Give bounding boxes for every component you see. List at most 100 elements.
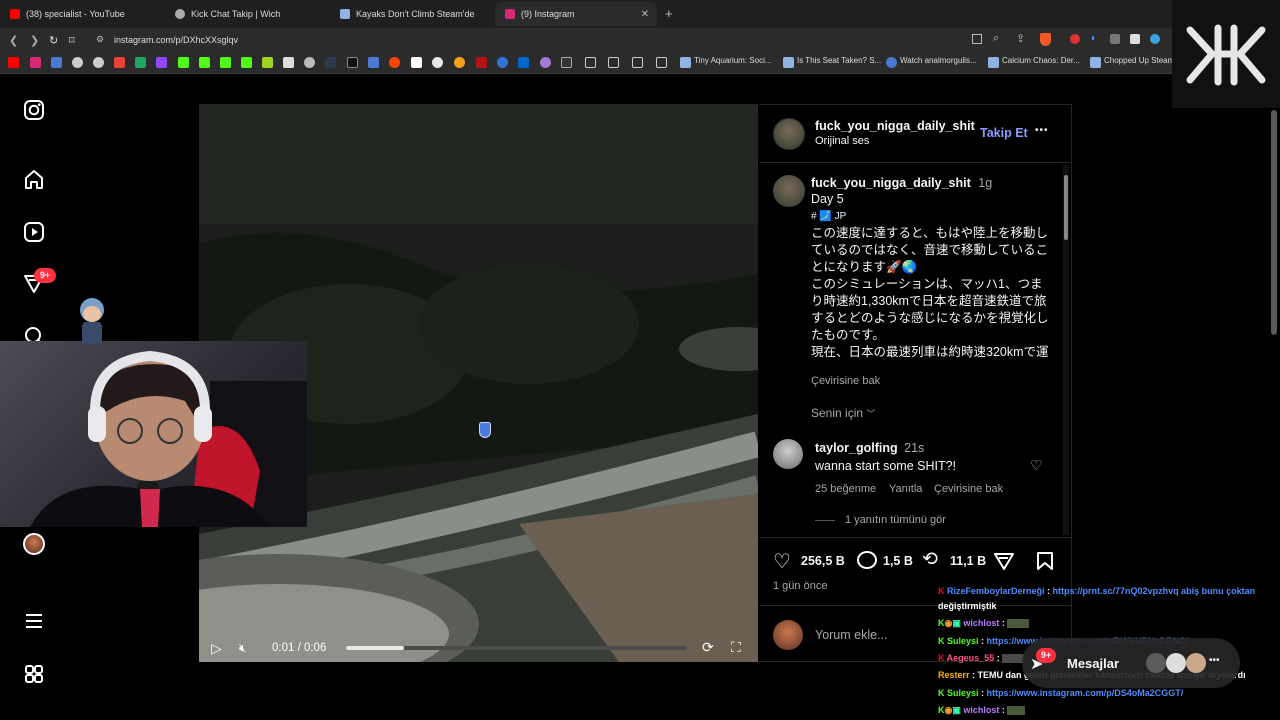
steam-icon[interactable] <box>783 57 794 68</box>
steam-icon[interactable] <box>1090 57 1101 68</box>
panel-scrollbar[interactable] <box>1063 165 1069 535</box>
post-author[interactable]: fuck_you_nigga_daily_shit <box>815 119 975 133</box>
bookmark-link[interactable]: Calcium Chaos: Der... <box>1002 56 1080 65</box>
extension-icon[interactable] <box>1110 34 1120 44</box>
share-icon[interactable]: ⇪ <box>1016 32 1025 45</box>
more-options-icon[interactable]: ••• <box>1035 125 1049 136</box>
bookmark-icon[interactable] <box>476 57 487 68</box>
drive-icon[interactable] <box>135 57 146 68</box>
fullscreen-icon[interactable]: ⛶ <box>731 639 741 656</box>
play-icon[interactable]: ▷ <box>211 640 222 657</box>
menu-icon[interactable] <box>22 609 46 633</box>
bookmark-icon[interactable] <box>518 57 529 68</box>
extension-icon[interactable] <box>1130 34 1140 44</box>
bookmark-icon[interactable] <box>454 57 465 68</box>
kick-icon[interactable] <box>241 57 252 68</box>
bookmark-icon[interactable] <box>540 57 551 68</box>
add-comment-input[interactable]: Yorum ekle... <box>815 628 888 642</box>
url-field[interactable]: ⚙ instagram.com/p/DXhcXXsglqv <box>88 30 968 50</box>
audio-label[interactable]: Orijinal ses <box>815 135 869 147</box>
bookmark-icon[interactable] <box>411 57 422 68</box>
kick-icon[interactable] <box>178 57 189 68</box>
comment-icon[interactable] <box>857 551 877 569</box>
author-avatar[interactable] <box>773 118 805 150</box>
like-icon[interactable]: ♡ <box>773 549 791 574</box>
extension-icon[interactable] <box>1070 34 1080 44</box>
folder-icon[interactable] <box>608 57 619 68</box>
profile-avatar[interactable] <box>23 533 45 555</box>
tab-kick-chat[interactable]: Kick Chat Takip | Wich <box>165 2 327 26</box>
heart-icon[interactable]: ♡ <box>1030 457 1043 474</box>
x-icon[interactable] <box>347 57 358 68</box>
comment-reply-link[interactable]: Yanıtla <box>889 483 922 495</box>
caption-author-avatar[interactable] <box>773 175 805 207</box>
reload-icon[interactable]: ↻ <box>49 34 58 47</box>
comments-count[interactable]: 1,5 B <box>883 554 913 568</box>
twitch-icon[interactable] <box>156 57 167 68</box>
reels-icon[interactable] <box>22 220 46 244</box>
anchor-icon[interactable] <box>283 57 294 68</box>
mute-icon[interactable]: 🔇︎ <box>239 641 247 656</box>
instagram-icon[interactable] <box>30 57 41 68</box>
folder-icon[interactable] <box>585 57 596 68</box>
extension-icon[interactable]: ◗ <box>1090 33 1096 44</box>
folder-icon[interactable] <box>632 57 643 68</box>
reddit-icon[interactable] <box>389 57 400 68</box>
gmail-icon[interactable] <box>114 57 125 68</box>
bookmark-icon[interactable] <box>561 57 572 68</box>
kick-icon[interactable] <box>199 57 210 68</box>
globe-icon[interactable] <box>304 57 315 68</box>
grid-icon[interactable] <box>22 662 46 686</box>
tab-youtube[interactable]: (38) specialist - YouTube <box>0 2 162 26</box>
steam-icon[interactable] <box>325 57 336 68</box>
youtube-icon[interactable] <box>8 57 19 68</box>
cast-icon[interactable] <box>972 34 982 44</box>
bookmark-link[interactable]: Tiny Aquarium: Soci... <box>694 56 772 65</box>
commenter-avatar[interactable] <box>773 439 803 469</box>
site-settings-icon[interactable]: ⚙ <box>96 34 104 45</box>
likes-count[interactable]: 256,5 B <box>801 554 845 568</box>
video-progress-track[interactable] <box>346 646 686 650</box>
kick-icon[interactable] <box>220 57 231 68</box>
home-icon[interactable] <box>22 167 46 191</box>
page-scrollbar[interactable] <box>1271 110 1277 335</box>
instagram-logo-icon[interactable] <box>22 98 46 122</box>
for-you-toggle[interactable]: Senin için ﹀ <box>811 406 875 420</box>
bookmark-link[interactable]: Is This Seat Taken? S... <box>797 56 881 65</box>
comment-translate-link[interactable]: Çevirisine bak <box>934 483 1003 495</box>
bookmark-icon[interactable] <box>497 57 508 68</box>
messages-bar[interactable]: ➤ 9+ Mesajlar ••• <box>1022 638 1240 688</box>
repost-icon[interactable]: ⟲ <box>922 548 938 571</box>
forward-icon[interactable]: ❯ <box>30 34 39 47</box>
folder-icon[interactable] <box>656 57 667 68</box>
more-options-icon[interactable]: ••• <box>1209 655 1220 666</box>
globe-icon[interactable] <box>93 57 104 68</box>
extension-icon[interactable] <box>262 57 273 68</box>
globe-icon[interactable] <box>72 57 83 68</box>
caption-author[interactable]: fuck_you_nigga_daily_shit <box>811 176 971 190</box>
tab-steam[interactable]: Kayaks Don't Climb Steam'de <box>330 2 492 26</box>
back-icon[interactable]: ❮ <box>9 34 18 47</box>
new-tab-button[interactable]: + <box>665 6 673 21</box>
extension-icon[interactable] <box>1150 34 1160 44</box>
comment-author[interactable]: taylor_golfing <box>815 441 898 455</box>
brave-shield-icon[interactable] <box>1040 33 1051 46</box>
bookmark-icon[interactable]: ⌑ <box>69 34 75 47</box>
reposts-count[interactable]: 11,1 B <box>950 554 986 568</box>
bookmark-icon[interactable] <box>886 57 897 68</box>
close-tab-icon[interactable]: ✕ <box>641 9 649 20</box>
caption-translate-link[interactable]: Çevirisine bak <box>811 375 880 387</box>
bookmark-link[interactable]: Chopped Up Steam <box>1104 56 1174 65</box>
bookmark-link[interactable]: Watch analmorgulis... <box>900 56 977 65</box>
save-icon[interactable] <box>1036 551 1054 576</box>
bookmark-icon[interactable] <box>51 57 62 68</box>
view-replies-link[interactable]: 1 yanıtın tümünü gör <box>845 514 946 526</box>
tab-instagram[interactable]: (9) Instagram ✕ <box>495 2 657 26</box>
follow-button[interactable]: Takip Et <box>980 126 1028 140</box>
share-icon[interactable] <box>994 551 1014 576</box>
bookmark-icon[interactable] <box>368 57 379 68</box>
zoom-icon[interactable]: ⌕ <box>993 32 999 45</box>
caption-tags[interactable]: # 🗾 JP <box>811 208 1051 225</box>
steam-icon[interactable] <box>680 57 691 68</box>
comment-likes[interactable]: 25 beğenme <box>815 483 876 495</box>
